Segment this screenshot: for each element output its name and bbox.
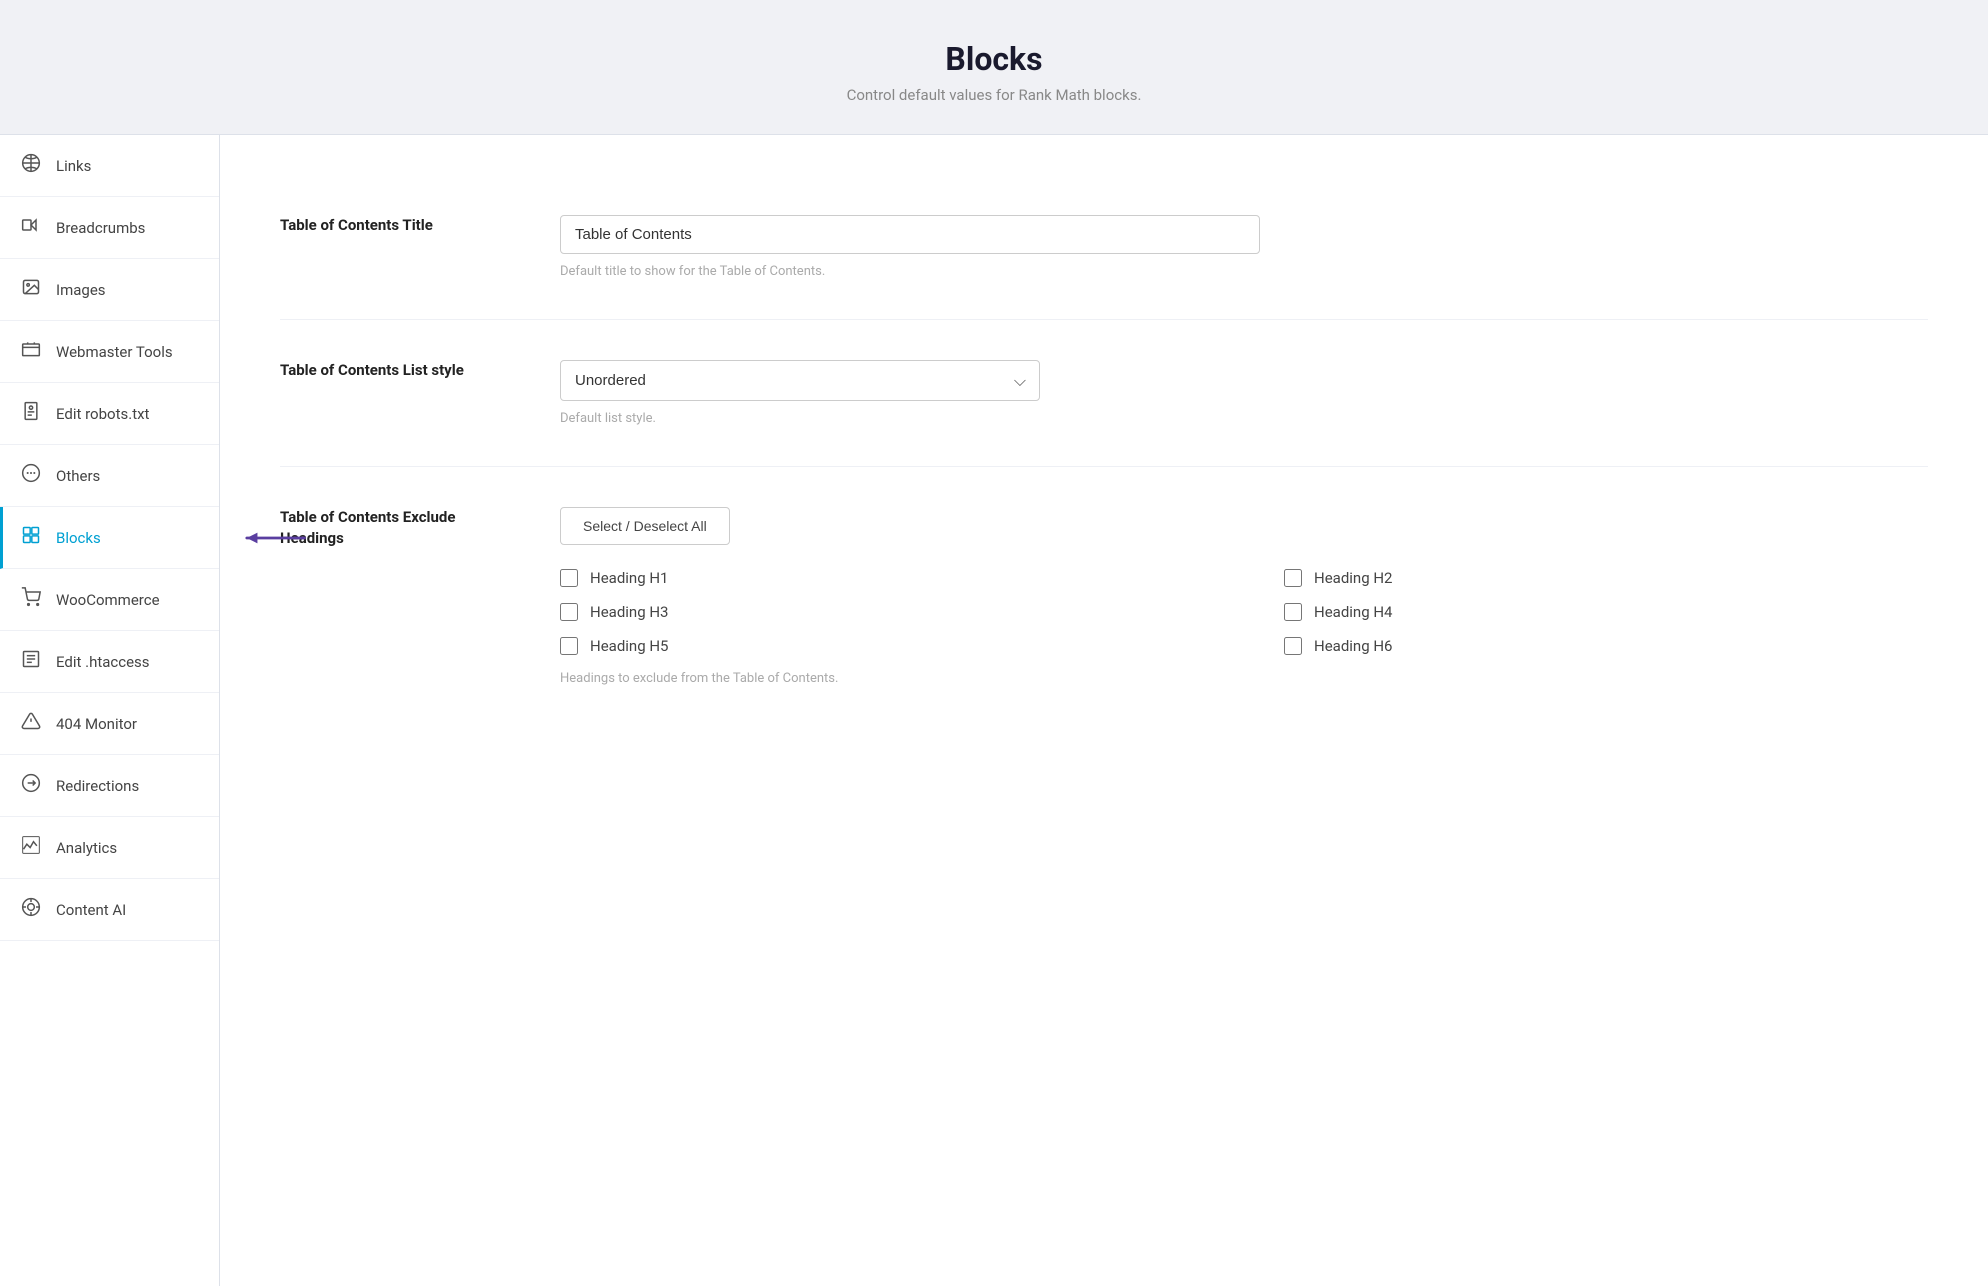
page-subtitle: Control default values for Rank Math blo… [20, 86, 1968, 104]
section-toc-title: Table of Contents Title Default title to… [280, 175, 1928, 320]
sidebar-label-others: Others [56, 467, 100, 485]
main-content: Table of Contents Title Default title to… [220, 135, 1988, 1286]
sidebar-item-404-monitor[interactable]: 404 Monitor [0, 693, 219, 755]
sidebar-label-redirections: Redirections [56, 777, 139, 795]
select-deselect-all-button[interactable]: Select / Deselect All [560, 507, 730, 545]
heading-h5-item[interactable]: Heading H5 [560, 637, 1204, 655]
page-header: Blocks Control default values for Rank M… [0, 0, 1988, 135]
section-control-toc-list: Unordered Ordered ⌵ Default list style. [560, 360, 1928, 426]
webmaster-icon [20, 339, 42, 364]
heading-h6-label: Heading H6 [1314, 637, 1392, 655]
redirections-icon [20, 773, 42, 798]
monitor-icon [20, 711, 42, 736]
sidebar-item-breadcrumbs[interactable]: Breadcrumbs [0, 197, 219, 259]
sidebar-item-woocommerce[interactable]: WooCommerce [0, 569, 219, 631]
heading-h6-item[interactable]: Heading H6 [1284, 637, 1928, 655]
sidebar-item-edit-robots[interactable]: Edit robots.txt [0, 383, 219, 445]
heading-h2-checkbox[interactable] [1284, 569, 1302, 587]
section-label-toc-exclude: Table of Contents Exclude Headings [280, 507, 500, 549]
section-toc-exclude: Table of Contents Exclude Headings Selec… [280, 467, 1928, 726]
heading-h6-checkbox[interactable] [1284, 637, 1302, 655]
robots-icon [20, 401, 42, 426]
section-label-toc-title: Table of Contents Title [280, 215, 500, 236]
sidebar-label-images: Images [56, 281, 106, 299]
sidebar-label-breadcrumbs: Breadcrumbs [56, 219, 145, 237]
heading-h3-checkbox[interactable] [560, 603, 578, 621]
arrow-annotation [229, 520, 309, 556]
toc-list-hint: Default list style. [560, 411, 1928, 426]
sidebar-label-links: Links [56, 157, 91, 175]
breadcrumbs-icon [20, 215, 42, 240]
sidebar-item-analytics[interactable]: Analytics [0, 817, 219, 879]
sidebar-item-others[interactable]: Others [0, 445, 219, 507]
links-icon [20, 153, 42, 178]
toc-list-select[interactable]: Unordered Ordered [560, 360, 1040, 401]
sidebar-label-blocks: Blocks [56, 529, 101, 547]
section-control-toc-exclude: Select / Deselect All Heading H1 Heading… [560, 507, 1928, 686]
sidebar-item-redirections[interactable]: Redirections [0, 755, 219, 817]
heading-h4-item[interactable]: Heading H4 [1284, 603, 1928, 621]
heading-h3-item[interactable]: Heading H3 [560, 603, 1204, 621]
heading-h5-checkbox[interactable] [560, 637, 578, 655]
heading-h1-item[interactable]: Heading H1 [560, 569, 1204, 587]
images-icon [20, 277, 42, 302]
sidebar-item-images[interactable]: Images [0, 259, 219, 321]
blocks-icon [20, 525, 42, 550]
sidebar-label-robots: Edit robots.txt [56, 405, 149, 423]
heading-h2-item[interactable]: Heading H2 [1284, 569, 1928, 587]
heading-h4-label: Heading H4 [1314, 603, 1392, 621]
sidebar: Links Breadcrumbs [0, 135, 220, 1286]
sidebar-label-woocommerce: WooCommerce [56, 591, 160, 609]
heading-h2-label: Heading H2 [1314, 569, 1392, 587]
heading-h4-checkbox[interactable] [1284, 603, 1302, 621]
sidebar-label-webmaster: Webmaster Tools [56, 343, 173, 361]
heading-h3-label: Heading H3 [590, 603, 668, 621]
heading-h1-checkbox[interactable] [560, 569, 578, 587]
sidebar-label-analytics: Analytics [56, 839, 117, 857]
sidebar-label-content-ai: Content AI [56, 901, 126, 919]
analytics-icon [20, 835, 42, 860]
sidebar-item-blocks[interactable]: Blocks [0, 507, 219, 569]
heading-h1-label: Heading H1 [590, 569, 668, 587]
section-control-toc-title: Default title to show for the Table of C… [560, 215, 1928, 279]
sidebar-item-webmaster-tools[interactable]: Webmaster Tools [0, 321, 219, 383]
htaccess-icon [20, 649, 42, 674]
page-wrapper: Blocks Control default values for Rank M… [0, 0, 1988, 1286]
woocommerce-icon [20, 587, 42, 612]
content-ai-icon [20, 897, 42, 922]
heading-h5-label: Heading H5 [590, 637, 668, 655]
sidebar-label-htaccess: Edit .htaccess [56, 653, 150, 671]
section-toc-list-style: Table of Contents List style Unordered O… [280, 320, 1928, 467]
section-label-toc-list: Table of Contents List style [280, 360, 500, 381]
headings-checkboxes-grid: Heading H1 Heading H2 Heading H3 He [560, 569, 1928, 655]
page-title: Blocks [20, 40, 1968, 78]
sidebar-item-links[interactable]: Links [0, 135, 219, 197]
toc-list-select-wrapper: Unordered Ordered ⌵ [560, 360, 1040, 401]
others-icon [20, 463, 42, 488]
content-area: Links Breadcrumbs [0, 135, 1988, 1286]
toc-title-input[interactable] [560, 215, 1260, 254]
toc-exclude-hint: Headings to exclude from the Table of Co… [560, 671, 1928, 686]
toc-title-hint: Default title to show for the Table of C… [560, 264, 1928, 279]
sidebar-label-404: 404 Monitor [56, 715, 137, 733]
sidebar-item-htaccess[interactable]: Edit .htaccess [0, 631, 219, 693]
sidebar-item-content-ai[interactable]: Content AI [0, 879, 219, 941]
